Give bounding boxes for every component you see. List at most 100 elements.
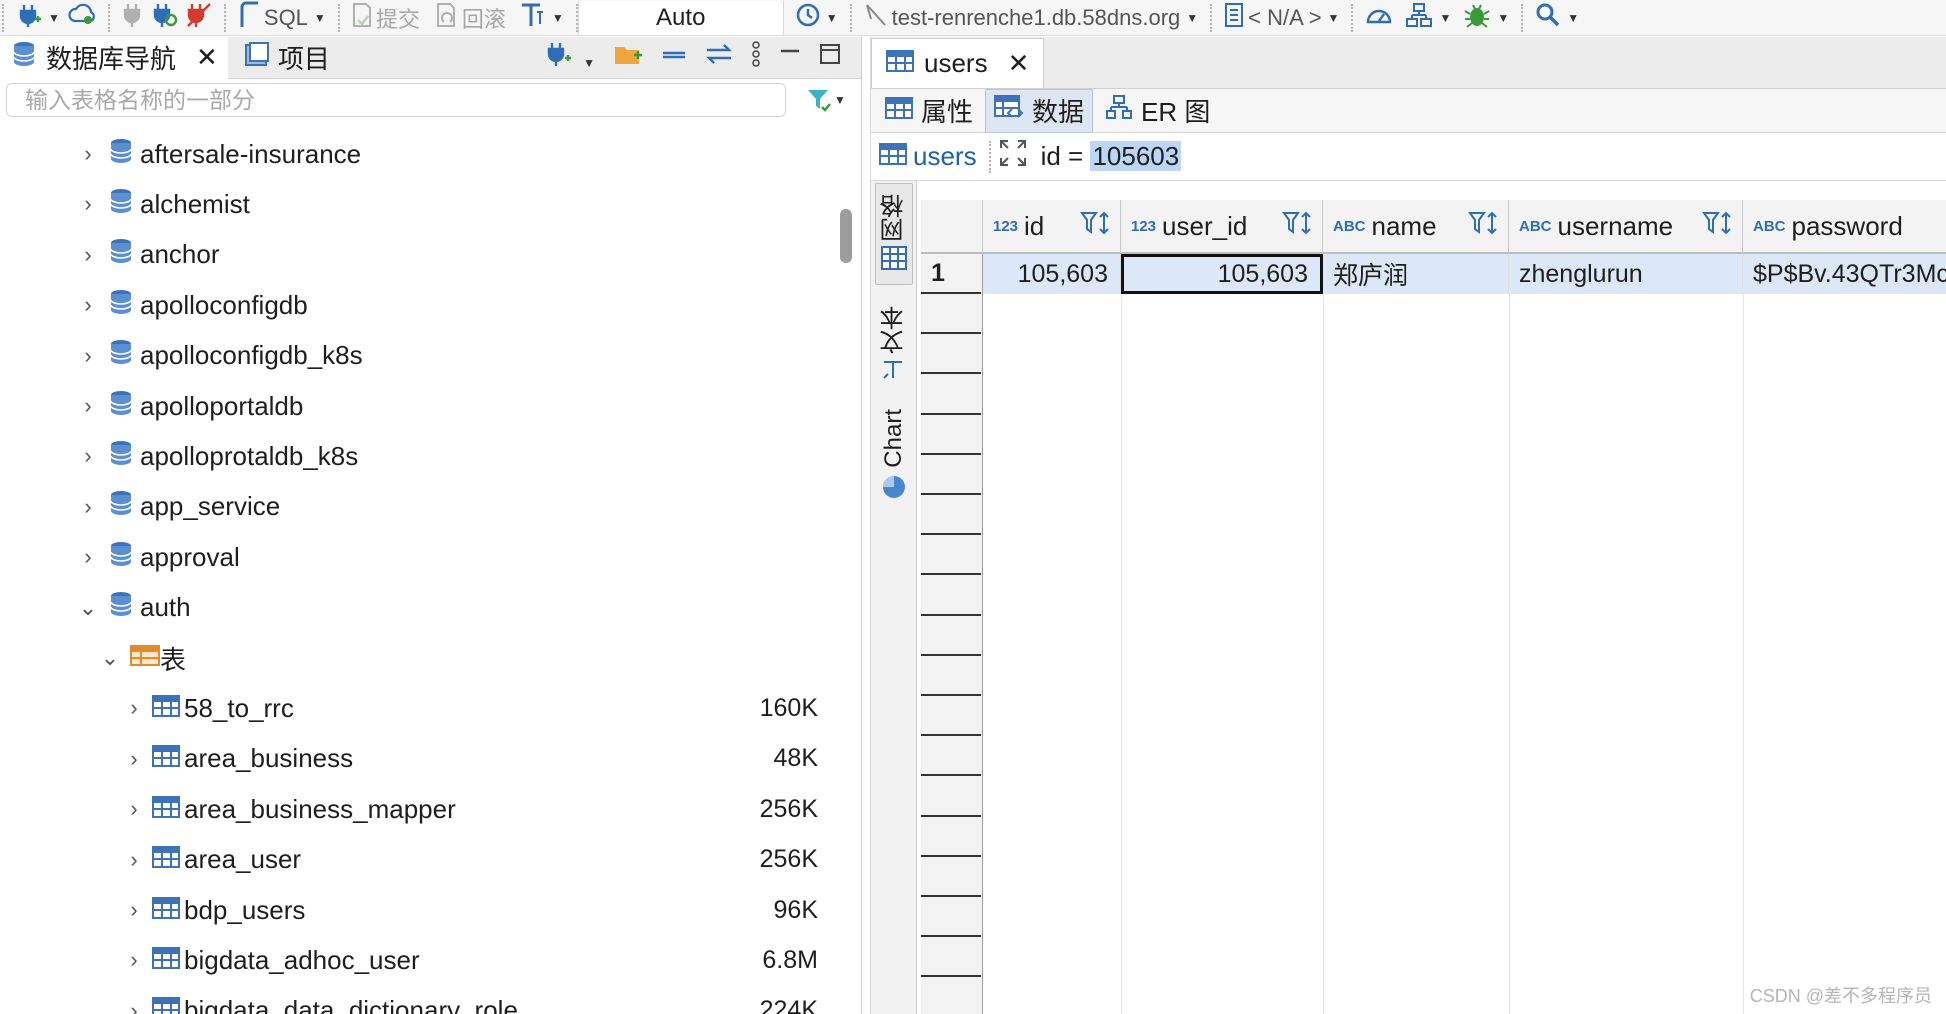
close-icon[interactable]: ✕ [1008, 48, 1030, 79]
tab-database-navigator[interactable]: 数据库导航 ✕ [0, 36, 228, 79]
cloud-sync-button[interactable] [64, 2, 100, 34]
column-filter-sort-icon[interactable] [1468, 210, 1500, 242]
new-folder-icon[interactable] [613, 41, 643, 74]
grid-cell-username[interactable]: zhenglurun [1509, 254, 1743, 294]
grid-cell-name[interactable]: 郑庐润 [1323, 254, 1509, 294]
chevron-down-icon[interactable]: ⌄ [98, 645, 122, 671]
active-schema-selector[interactable]: < N/A > ▼ [1220, 2, 1343, 34]
tab-grid-view[interactable]: 网格 [875, 183, 913, 285]
history-button[interactable]: ▼ [790, 2, 842, 34]
chevron-right-icon[interactable]: › [76, 443, 100, 469]
tree-item-database[interactable]: › apolloconfigdb [0, 280, 840, 330]
tree-item-database[interactable]: ⌄ auth [0, 583, 840, 633]
connect-button[interactable] [118, 2, 148, 34]
search-button[interactable]: ▼ [1531, 2, 1583, 34]
tab-text-view[interactable]: 文本 [875, 305, 913, 385]
er-diagram-button[interactable]: ▼ [1401, 2, 1455, 34]
chevron-right-icon[interactable]: › [76, 292, 100, 318]
row-number-cell[interactable] [921, 294, 981, 335]
chevron-right-icon[interactable]: › [76, 191, 100, 217]
column-filter-sort-icon[interactable] [1702, 210, 1734, 242]
grid-cell-id[interactable]: 105,603 [983, 254, 1121, 294]
row-number-cell[interactable] [921, 616, 981, 656]
chevron-right-icon[interactable]: › [76, 141, 100, 167]
navigator-scrollbar-thumb[interactable] [840, 209, 852, 263]
chevron-right-icon[interactable]: › [122, 998, 146, 1014]
collapse-all-icon[interactable] [661, 44, 687, 72]
tree-item-table[interactable]: › bigdata_data_dictionary_role 224K [0, 986, 840, 1014]
tab-properties[interactable]: 属性 [877, 89, 981, 133]
tree-item-database[interactable]: › alchemist [0, 179, 840, 229]
row-number-cell[interactable] [921, 696, 981, 737]
chevron-right-icon[interactable]: › [122, 695, 146, 721]
row-number-cell[interactable] [921, 455, 981, 495]
row-number-cell[interactable] [921, 817, 981, 857]
row-number-cell[interactable] [921, 656, 981, 696]
tree-item-table[interactable]: › area_user 256K [0, 835, 840, 885]
filter-expression-input[interactable]: id = 105603 [1041, 141, 1182, 172]
transaction-mode-field[interactable]: Auto [577, 0, 784, 35]
row-number-cell[interactable] [921, 736, 981, 777]
debug-button[interactable]: ▼ [1459, 2, 1513, 34]
row-number-cell[interactable] [921, 777, 981, 817]
row-number-cell[interactable] [921, 495, 981, 536]
row-number-cell[interactable] [921, 415, 981, 455]
column-header[interactable]: 123 user_id [1121, 200, 1323, 254]
chevron-right-icon[interactable]: › [76, 544, 100, 570]
tree-item-database[interactable]: › apolloprotaldb_k8s [0, 431, 840, 481]
tree-item-table[interactable]: › bdp_users 96K [0, 885, 840, 935]
tree-item-database[interactable]: › app_service [0, 482, 840, 532]
row-number-cell[interactable]: 1 [921, 254, 981, 294]
chevron-right-icon[interactable]: › [122, 897, 146, 923]
column-header[interactable]: ABC name [1323, 200, 1509, 254]
column-header[interactable]: ABC username [1509, 200, 1743, 254]
navigator-scrollbar[interactable] [838, 137, 854, 1014]
rollback-button[interactable]: 回滚 [432, 2, 510, 34]
commit-button[interactable]: 提交 [348, 2, 424, 34]
tree-item-database[interactable]: › apolloconfigdb_k8s [0, 331, 840, 381]
tree-item-table[interactable]: › 58_to_rrc 160K [0, 683, 840, 733]
tree-item-table[interactable]: › bigdata_adhoc_user 6.8M [0, 935, 840, 985]
column-header[interactable]: 123 id [983, 200, 1121, 254]
query-table-name[interactable]: users [913, 141, 977, 172]
row-number-cell[interactable] [921, 897, 981, 938]
chevron-right-icon[interactable]: › [76, 242, 100, 268]
sql-editor-button[interactable]: SQL ▼ [234, 1, 330, 34]
chevron-right-icon[interactable]: › [122, 796, 146, 822]
chevron-right-icon[interactable]: › [76, 494, 100, 520]
row-number-cell[interactable] [921, 535, 981, 576]
grid-cell-password[interactable]: $P$Bv.43QTr3Mc [1743, 254, 1946, 294]
row-number-cell[interactable] [921, 978, 981, 1014]
chevron-right-icon[interactable]: › [122, 746, 146, 772]
column-filter-sort-icon[interactable] [1080, 210, 1112, 242]
tree-item-tables-folder[interactable]: ⌄ 表 [0, 633, 840, 683]
grid-cell-user-id[interactable]: 105,603 [1121, 254, 1323, 294]
column-filter-sort-icon[interactable] [1282, 210, 1314, 242]
maximize-icon[interactable] [819, 43, 841, 72]
tree-item-table[interactable]: › area_business_mapper 256K [0, 784, 840, 834]
tab-users-editor[interactable]: users ✕ [871, 38, 1045, 88]
row-number-cell[interactable] [921, 576, 981, 616]
tab-data[interactable]: 数据 [985, 88, 1094, 133]
row-number-cell[interactable] [921, 334, 981, 375]
new-connection-icon[interactable]: ▼ [546, 41, 595, 74]
chevron-right-icon[interactable]: › [76, 393, 100, 419]
more-options-icon[interactable] [751, 41, 761, 74]
column-header[interactable]: ABC password [1743, 200, 1946, 254]
tab-chart-view[interactable]: Chart [875, 407, 913, 507]
row-number-cell[interactable] [921, 375, 981, 415]
link-editor-icon[interactable] [705, 43, 733, 72]
expand-icon[interactable] [999, 139, 1027, 174]
row-number-cell[interactable] [921, 937, 981, 978]
close-icon[interactable]: ✕ [196, 42, 218, 73]
chevron-right-icon[interactable]: › [122, 947, 146, 973]
reconnect-button[interactable] [148, 2, 182, 34]
chevron-down-icon[interactable]: ⌄ [76, 595, 100, 621]
tree-item-table[interactable]: › area_business 48K [0, 734, 840, 784]
tab-projects[interactable]: 项目 [234, 37, 340, 79]
table-filter-input[interactable] [6, 83, 786, 117]
disconnect-button[interactable] [182, 2, 216, 34]
new-connection-button[interactable]: ▼ [12, 2, 64, 34]
tab-er-diagram[interactable]: ER 图 [1097, 89, 1218, 133]
dashboard-button[interactable] [1361, 2, 1397, 34]
